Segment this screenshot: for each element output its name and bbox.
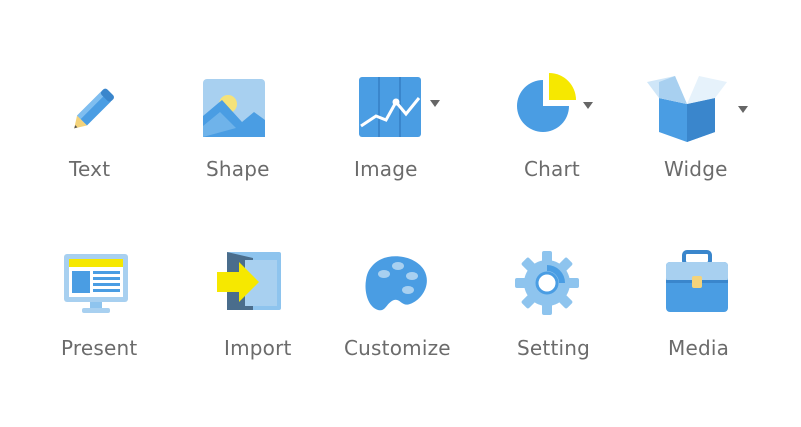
palette-icon xyxy=(365,256,427,311)
toolbar-item-label: Image xyxy=(354,157,418,181)
widget-box-icon xyxy=(647,76,727,142)
toolbar-item-shape[interactable]: Shape xyxy=(200,76,280,186)
toolbar-item-label: Widge xyxy=(664,157,728,181)
toolbar-item-media[interactable]: Media xyxy=(660,250,740,364)
toolbar-item-text[interactable]: Text xyxy=(60,76,130,186)
image-icon xyxy=(359,77,421,137)
toolbar-item-setting[interactable]: Setting xyxy=(510,250,600,364)
toolbar-item-image[interactable]: Image xyxy=(350,76,450,186)
toolbar-item-customize[interactable]: Customize xyxy=(342,252,452,364)
briefcase-icon xyxy=(666,250,728,312)
pie-chart-icon xyxy=(517,73,576,132)
toolbar-item-label: Chart xyxy=(524,157,580,181)
gear-icon xyxy=(515,251,579,315)
toolbar-item-widget[interactable]: Widge xyxy=(645,74,755,186)
chevron-down-icon[interactable] xyxy=(430,100,440,107)
toolbar-item-label: Text xyxy=(69,157,111,181)
import-icon xyxy=(217,252,281,310)
chevron-down-icon[interactable] xyxy=(738,106,748,113)
toolbar-item-label: Customize xyxy=(344,336,451,360)
toolbar-item-label: Media xyxy=(668,336,730,360)
toolbar-item-label: Setting xyxy=(517,336,591,360)
monitor-icon xyxy=(64,254,128,313)
shape-icon xyxy=(203,79,265,137)
toolbar-item-label: Present xyxy=(61,336,138,360)
toolbar-item-label: Import xyxy=(224,336,292,360)
toolbar-item-label: Shape xyxy=(206,157,270,181)
toolbar-item-present[interactable]: Present xyxy=(58,252,148,364)
chevron-down-icon[interactable] xyxy=(583,102,593,109)
toolbar-item-chart[interactable]: Chart xyxy=(515,70,605,186)
pencil-icon xyxy=(74,88,114,129)
toolbar-item-import[interactable]: Import xyxy=(215,250,305,364)
